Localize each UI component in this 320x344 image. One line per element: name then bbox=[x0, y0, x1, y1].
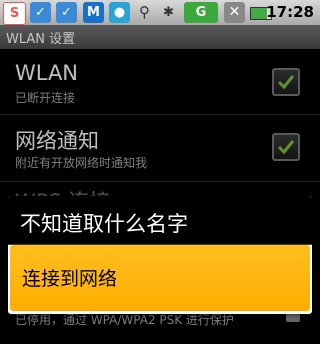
shield-m-icon: M bbox=[83, 2, 104, 23]
status-bar: S ✓ ✓ M ● ⚲ ✱ G ✕ 17:28 bbox=[0, 0, 320, 25]
bird-icon: ✓ bbox=[30, 2, 51, 23]
dialog-header: 不知道取什么名字 bbox=[8, 196, 312, 245]
connect-to-network-item[interactable]: 连接到网络 bbox=[10, 245, 310, 311]
context-menu-dialog: 不知道取什么名字 连接到网络 bbox=[8, 196, 312, 314]
usb-icon: ⚲ bbox=[139, 3, 150, 21]
bird-icon: ✓ bbox=[56, 2, 77, 23]
android-debug-icon: ✱ bbox=[163, 5, 174, 20]
clock: 17:28 bbox=[266, 3, 314, 21]
connect-to-network-label: 连接到网络 bbox=[22, 268, 118, 290]
no-signal-icon: ✕ bbox=[224, 2, 245, 23]
wifi-signal-icon: G bbox=[184, 2, 218, 23]
page-title: WLAN 设置 bbox=[6, 32, 76, 47]
sougou-s-icon: S bbox=[3, 2, 26, 25]
dialog-title: 不知道取什么名字 bbox=[20, 212, 188, 236]
title-bar: WLAN 设置 bbox=[0, 25, 320, 49]
chat-bubble-icon: ● bbox=[109, 2, 130, 23]
